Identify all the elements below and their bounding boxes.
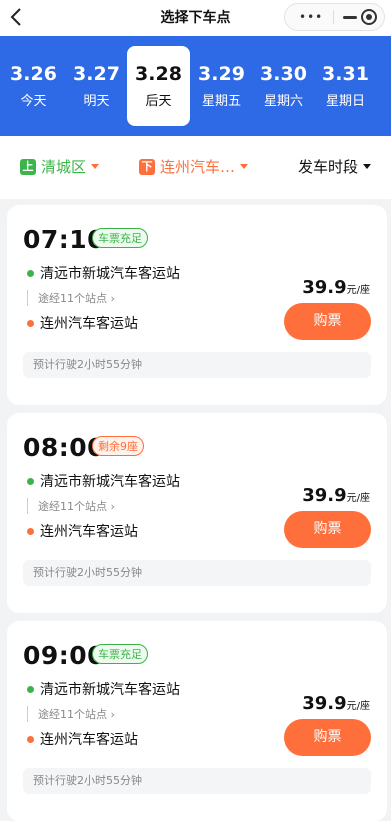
date-tab[interactable]: 3.30 星期六 [252, 46, 315, 126]
ticket-price: 39.9元/座 [302, 277, 370, 298]
date-weekday: 后天 [145, 94, 172, 109]
chevron-right-icon: › [107, 292, 115, 305]
seat-status-badge: 车票充足 [92, 228, 148, 248]
date-weekday: 今天 [20, 94, 47, 109]
destination-filter-label: 连州汽车… [160, 158, 236, 176]
date-number: 3.30 [260, 63, 307, 85]
destination-badge-icon: 下 [139, 158, 155, 175]
caret-down-icon [240, 164, 249, 169]
origin-dot-icon [27, 685, 34, 693]
destination-dot-icon [27, 735, 34, 743]
date-weekday: 明天 [83, 94, 110, 109]
date-tab[interactable]: 3.29 星期五 [190, 46, 253, 126]
via-stops-label: 途经11个站点 [38, 500, 107, 513]
via-stops-link[interactable]: 途经11个站点 › [27, 498, 115, 514]
origin-stop-name: 清远市新城汽车客运站 [40, 266, 180, 282]
destination-stop: 连州汽车客运站 [27, 521, 138, 541]
seat-status-badge: 车票充足 [92, 644, 148, 664]
date-weekday: 星期五 [201, 94, 241, 109]
origin-stop: 清远市新城汽车客运站 [27, 679, 180, 699]
trip-card[interactable]: 09:00 车票充足 清远市新城汽车客运站 途经11个站点 › 连州汽车客运站 39.9元… [7, 621, 387, 821]
date-tab[interactable]: 3.28 后天 [127, 46, 190, 126]
date-weekday: 星期六 [263, 94, 303, 109]
estimated-duration: 预计行驶2小时55分钟 [23, 352, 371, 378]
date-tab[interactable]: 3.26 今天 [2, 46, 65, 126]
date-number: 3.26 [10, 63, 57, 85]
destination-stop-name: 连州汽车客运站 [40, 732, 138, 748]
origin-dot-icon [27, 269, 34, 277]
capsule-divider [333, 10, 334, 24]
destination-dot-icon [27, 319, 34, 327]
more-dots-icon[interactable]: ••• [299, 10, 323, 24]
estimated-duration: 预计行驶2小时55分钟 [23, 768, 371, 794]
date-number: 3.29 [198, 63, 245, 85]
date-number: 3.28 [135, 63, 182, 85]
departure-time-filter[interactable]: 发车时段 [298, 156, 372, 177]
via-stops-label: 途经11个站点 [38, 292, 107, 305]
mini-program-capsule: ••• [284, 3, 385, 31]
price-unit: 元/座 [346, 493, 370, 504]
top-bar: 选择下车点 ••• [0, 0, 391, 36]
buy-ticket-button[interactable]: 购票 [284, 511, 371, 548]
destination-stop-name: 连州汽车客运站 [40, 524, 138, 540]
trip-card[interactable]: 08:00 剩余9座 清远市新城汽车客运站 途经11个站点 › 连州汽车客运站 39.9元… [7, 413, 387, 613]
estimated-duration: 预计行驶2小时55分钟 [23, 560, 371, 586]
origin-stop: 清远市新城汽车客运站 [27, 471, 180, 491]
price-value: 39.9 [302, 485, 347, 506]
chevron-right-icon: › [107, 500, 115, 513]
origin-stop-name: 清远市新城汽车客运站 [40, 474, 180, 490]
trip-card[interactable]: 07:10 车票充足 清远市新城汽车客运站 途经11个站点 › 连州汽车客运站 39.9元… [7, 205, 387, 405]
destination-dot-icon [27, 527, 34, 535]
via-stops-label: 途经11个站点 [38, 708, 107, 721]
destination-stop: 连州汽车客运站 [27, 729, 138, 749]
seat-status-badge: 剩余9座 [92, 436, 144, 456]
date-number: 3.31 [322, 63, 369, 85]
price-value: 39.9 [302, 693, 347, 714]
buy-ticket-button[interactable]: 购票 [284, 303, 371, 340]
price-unit: 元/座 [346, 701, 370, 712]
date-tab[interactable]: 3.27 明天 [65, 46, 128, 126]
destination-stop: 连州汽车客运站 [27, 313, 138, 333]
origin-dot-icon [27, 477, 34, 485]
via-stops-link[interactable]: 途经11个站点 › [27, 290, 115, 306]
date-weekday: 星期日 [325, 94, 365, 109]
filter-bar: 上 清城区 下 连州汽车… 发车时段 [0, 136, 391, 199]
destination-stop-name: 连州汽车客运站 [40, 316, 138, 332]
origin-stop: 清远市新城汽车客运站 [27, 263, 180, 283]
price-value: 39.9 [302, 277, 347, 298]
via-stops-link[interactable]: 途经11个站点 › [27, 706, 115, 722]
ticket-price: 39.9元/座 [302, 693, 370, 714]
ticket-price: 39.9元/座 [302, 485, 370, 506]
target-icon[interactable] [361, 9, 377, 25]
origin-stop-name: 清远市新城汽车客运站 [40, 682, 180, 698]
buy-ticket-button[interactable]: 购票 [284, 719, 371, 756]
time-filter-label: 发车时段 [298, 158, 359, 176]
date-selector: 3.26 今天 3.27 明天 3.28 后天 3.29 星期五 3.30 星期六 3.31 星期日 [0, 36, 391, 136]
date-tab[interactable]: 3.31 星期日 [314, 46, 377, 126]
minimize-icon[interactable] [343, 16, 357, 19]
destination-filter[interactable]: 下 连州汽车… [139, 156, 249, 177]
caret-down-icon [363, 164, 372, 169]
price-unit: 元/座 [346, 285, 370, 296]
origin-filter[interactable]: 上 清城区 [20, 156, 100, 177]
origin-badge-icon: 上 [20, 158, 36, 175]
date-number: 3.27 [73, 63, 120, 85]
chevron-right-icon: › [107, 708, 115, 721]
origin-filter-label: 清城区 [41, 158, 87, 176]
caret-down-icon [91, 164, 100, 169]
